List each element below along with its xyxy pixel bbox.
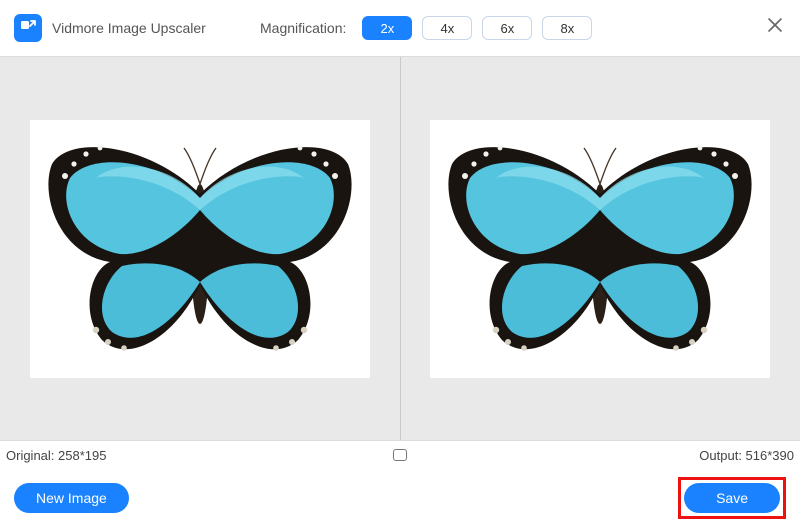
save-highlight-box: Save: [678, 477, 786, 519]
app-logo: [14, 14, 42, 42]
magnification-label: Magnification:: [260, 20, 346, 36]
close-icon: [766, 16, 784, 34]
save-button[interactable]: Save: [684, 483, 780, 513]
link-toggle-icon: [393, 449, 407, 461]
header-bar: Vidmore Image Upscaler Magnification: 2x…: [0, 0, 800, 56]
original-image: [40, 134, 360, 364]
output-image-card: [430, 120, 770, 378]
output-panel: [401, 57, 800, 440]
magnification-group: Magnification: 2x 4x 6x 8x: [260, 0, 592, 56]
original-image-card: [30, 120, 370, 378]
dimensions-bar: Original: 258*195 Output: 516*390: [0, 441, 800, 469]
app-title: Vidmore Image Upscaler: [52, 20, 206, 36]
close-button[interactable]: [764, 14, 786, 36]
original-panel: [0, 57, 400, 440]
original-dimensions: Original: 258*195: [6, 448, 107, 463]
magnification-2x-button[interactable]: 2x: [362, 16, 412, 40]
new-image-button[interactable]: New Image: [14, 483, 129, 513]
image-comparison-viewer: [0, 56, 800, 441]
original-dim-label: Original:: [6, 448, 54, 463]
upscale-icon: [19, 19, 37, 37]
output-dim-value: 516*390: [746, 448, 794, 463]
output-dim-label: Output:: [699, 448, 742, 463]
original-dim-value: 258*195: [58, 448, 106, 463]
footer-bar: New Image Save: [0, 469, 800, 527]
output-dimensions: Output: 516*390: [699, 448, 794, 463]
link-toggle[interactable]: [393, 449, 407, 461]
app-window: Vidmore Image Upscaler Magnification: 2x…: [0, 0, 800, 527]
output-image: [440, 134, 760, 364]
magnification-6x-button[interactable]: 6x: [482, 16, 532, 40]
magnification-4x-button[interactable]: 4x: [422, 16, 472, 40]
magnification-8x-button[interactable]: 8x: [542, 16, 592, 40]
